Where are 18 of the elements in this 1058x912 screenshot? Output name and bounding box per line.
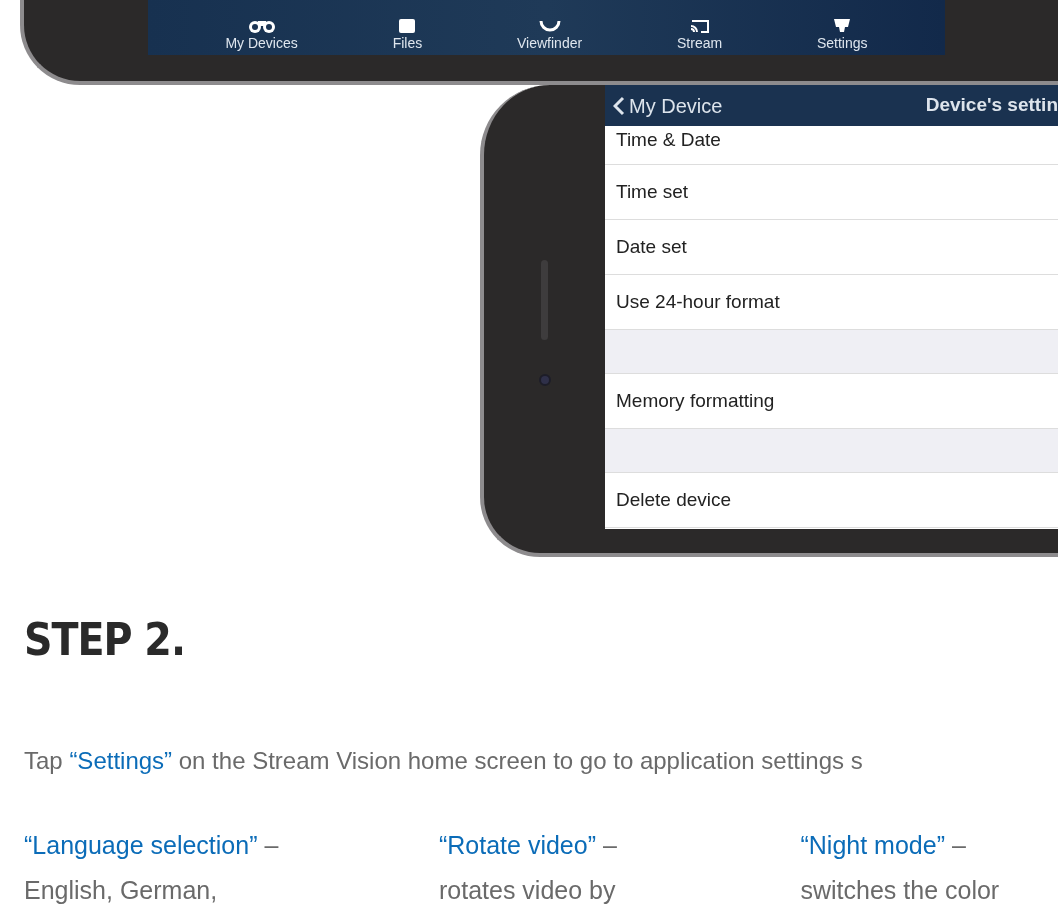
ring-icon	[538, 18, 561, 33]
binoculars-icon	[248, 18, 275, 33]
back-button[interactable]: My Device	[613, 90, 723, 121]
tab-button[interactable]: My Devices	[225, 18, 298, 51]
file-icon	[399, 18, 416, 33]
tab-button[interactable]: Files	[392, 18, 423, 51]
screen-title: Device's settin	[925, 93, 1058, 118]
cast-icon	[689, 18, 710, 33]
option-description: “Rotate video” – rotates video by	[439, 830, 618, 906]
option-description: “Night mode” – switches the color	[800, 830, 1001, 906]
step-heading: STEP 2.	[24, 613, 186, 667]
intro-paragraph: Tap “Settings” on the Stream Vision home screen to go to application settings s	[24, 746, 864, 776]
camera-dot	[538, 374, 551, 386]
chevron-left-icon	[613, 95, 625, 116]
option-description: “Language selection” – English, German,	[24, 830, 280, 906]
tab-button[interactable]: Viewfinder	[517, 18, 583, 51]
tab-button[interactable]: Settings	[816, 18, 868, 51]
tab-button[interactable]: Stream	[677, 18, 723, 51]
